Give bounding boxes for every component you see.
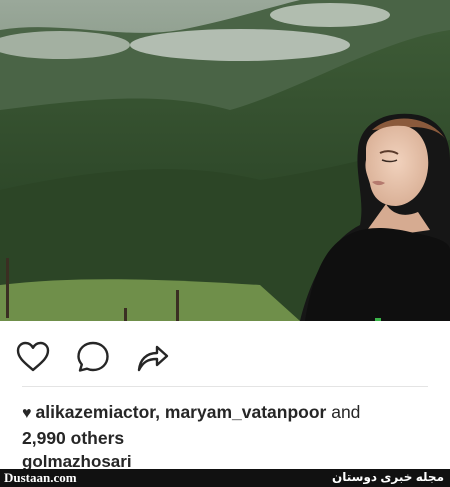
- landscape-image: [0, 0, 450, 321]
- likes-connector: and: [331, 402, 361, 422]
- comment-bubble-icon[interactable]: [75, 339, 111, 375]
- divider: [22, 386, 428, 387]
- site-name: Dustaan.com: [4, 470, 77, 485]
- share-arrow-icon[interactable]: [135, 339, 171, 375]
- site-tagline: مجله خبری دوستان: [332, 470, 444, 484]
- heart-outline-icon[interactable]: [15, 339, 51, 375]
- post-photo[interactable]: [0, 0, 450, 321]
- likes-summary: ♥ alikazemiactor, maryam_vatanpoor and 2,…: [22, 400, 432, 450]
- post-actions: [0, 321, 450, 386]
- heart-filled-icon: ♥: [22, 405, 32, 422]
- liked-by-users[interactable]: alikazemiactor, maryam_vatanpoor: [36, 402, 327, 422]
- watermark-bar: Dustaan.com مجله خبری دوستان: [0, 469, 450, 487]
- likes-others[interactable]: 2,990 others: [22, 428, 124, 448]
